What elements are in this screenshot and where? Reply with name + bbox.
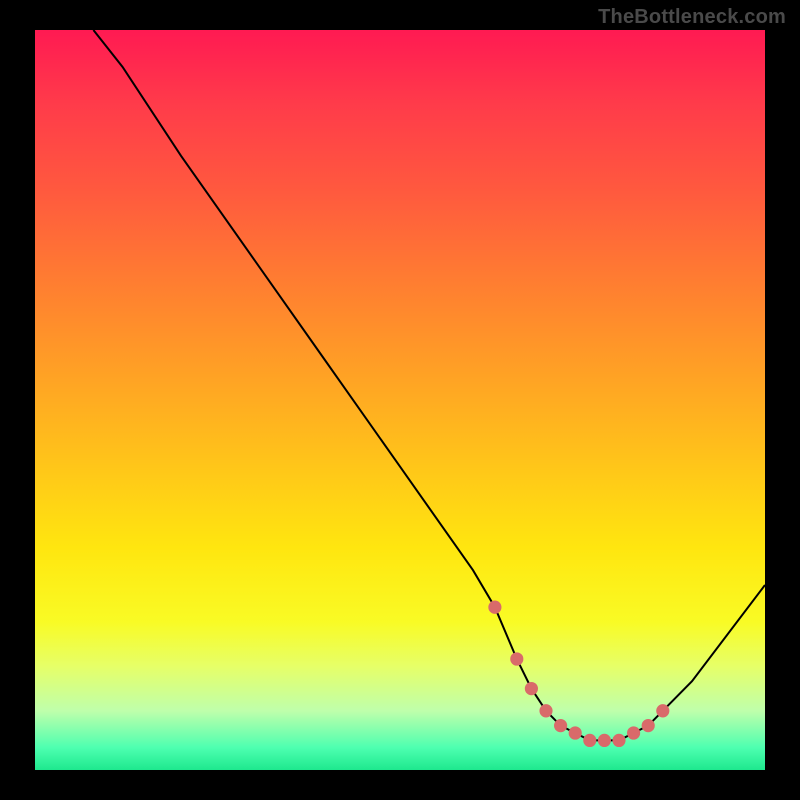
chart-svg [35,30,765,770]
highlight-marker [525,682,538,695]
highlight-marker [539,704,552,717]
highlight-marker [488,601,501,614]
chart-frame: TheBottleneck.com [0,0,800,800]
highlight-marker [656,704,669,717]
highlight-marker [612,734,625,747]
highlight-marker [598,734,611,747]
highlight-marker-group [488,601,669,748]
highlight-marker [510,652,523,665]
highlight-marker [583,734,596,747]
plot-area [35,30,765,770]
highlight-marker [642,719,655,732]
bottleneck-curve-line [93,30,765,740]
highlight-marker [569,726,582,739]
watermark-text: TheBottleneck.com [598,6,786,29]
highlight-marker [627,726,640,739]
highlight-marker [554,719,567,732]
